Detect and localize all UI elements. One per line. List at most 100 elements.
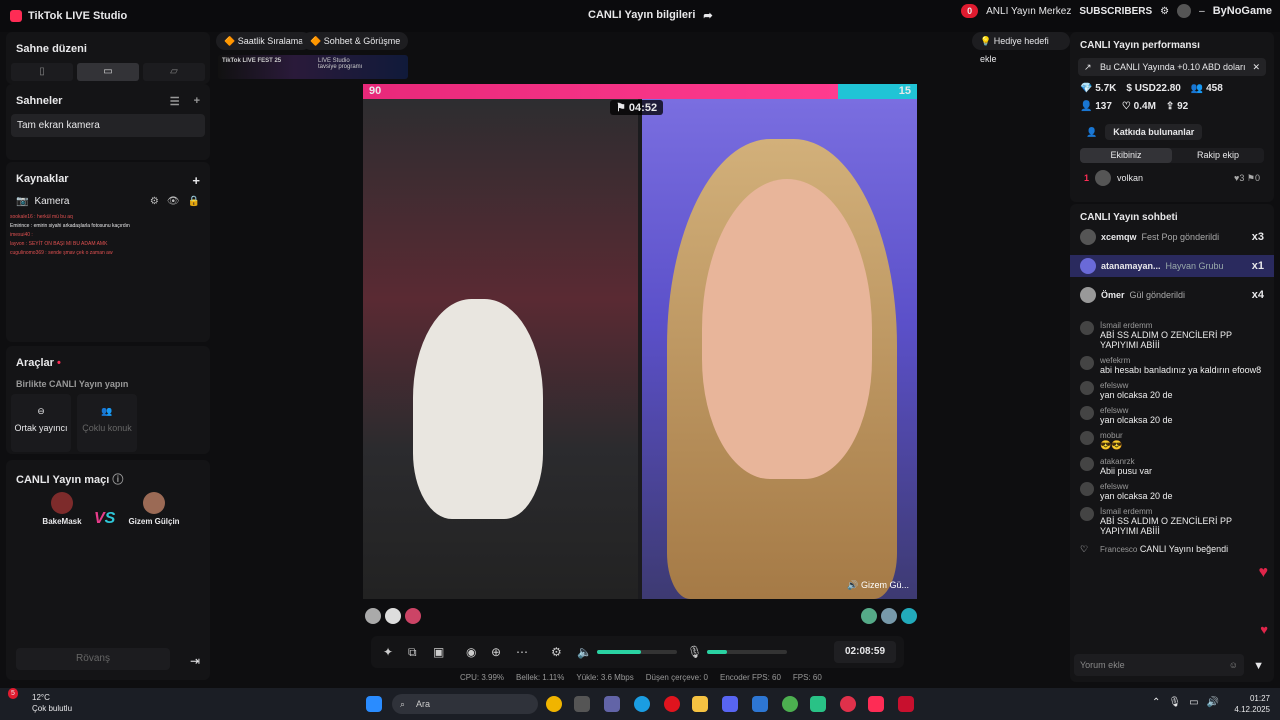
sliders-icon[interactable]: ⚙ — [551, 645, 562, 659]
more-icon[interactable]: ⋯ — [516, 645, 528, 659]
list-icon[interactable]: ☰ — [170, 95, 180, 108]
vs-icon: VS — [94, 510, 116, 527]
chat-meet-chip[interactable]: 🔶 Sohbet & Görüşme — [302, 32, 409, 50]
teams-icon[interactable] — [604, 696, 620, 712]
volume-icon[interactable]: 🔊 — [1207, 697, 1219, 708]
viewer-avatar[interactable] — [365, 608, 381, 624]
rematch-button[interactable]: Rövanş — [16, 648, 170, 670]
display-icon[interactable]: ▭ — [1189, 697, 1198, 708]
gift-goal-chip[interactable]: 💡 Hediye hedefi ekle — [972, 32, 1070, 64]
viewer-avatar[interactable] — [901, 608, 917, 624]
viewer-avatar[interactable] — [881, 608, 897, 624]
player1-card[interactable]: BakeMask — [22, 492, 102, 526]
user-icon: 👤 — [1086, 126, 1098, 137]
folder-icon[interactable] — [692, 696, 708, 712]
guest-camera: 🔊 Gizem Gü... — [642, 99, 917, 599]
link-icon: ⊖ — [37, 406, 45, 416]
tiktok-app-icon[interactable] — [868, 696, 884, 712]
mic-slider[interactable] — [707, 650, 787, 654]
minimize-icon[interactable]: – — [1199, 6, 1205, 17]
record-icon[interactable]: ◉ — [466, 645, 476, 659]
app-icon[interactable] — [810, 696, 826, 712]
lock-icon[interactable]: 🔒 — [188, 196, 200, 207]
gift-row: Ömer Gül gönderildi x4 — [1070, 285, 1274, 305]
chevron-up-icon[interactable]: ⌃ — [1152, 697, 1160, 708]
rank-pos: 1 — [1084, 173, 1090, 183]
app-icon[interactable] — [840, 696, 856, 712]
viewer-avatar[interactable] — [405, 608, 421, 624]
taskbar-search[interactable]: ⌕ Ara — [392, 694, 538, 714]
left-sidebar: Sahne düzeni ▯ ▭ ▱ Sahneler ☰ + Tam ekra… — [6, 32, 210, 680]
search-icon: ⌕ — [400, 699, 406, 709]
heart-icon: ♥ — [1258, 564, 1269, 581]
custom-layout-button[interactable]: ▱ — [143, 63, 205, 81]
gift-row: xcemqw Fest Pop gönderildi x3 — [1070, 227, 1274, 247]
portrait-layout-button[interactable]: ▯ — [11, 63, 73, 81]
media-app-icon[interactable] — [898, 696, 914, 712]
hourly-ranking-chip[interactable]: 🔶 Saatlik Sıralama — [216, 32, 312, 50]
likes-stat: ♡ 0.4M — [1121, 101, 1156, 112]
promo-banner[interactable]: TikTok LIVE FEST 25 LIVE Studio tavsiye … — [218, 55, 408, 79]
live-center-link[interactable]: ANLI Yayın Merkez — [986, 6, 1071, 17]
comment-input[interactable]: Yorum ekle ☺ — [1074, 654, 1244, 676]
mic-icon[interactable]: 🎙 — [687, 645, 702, 659]
main-canvas: 🔶 Saatlik Sıralama 🔶 Sohbet & Görüşme 💡 … — [210, 32, 1070, 682]
settings-app-icon[interactable] — [574, 696, 590, 712]
discord-icon[interactable] — [722, 696, 738, 712]
player2-card[interactable]: Gizem Gülçin — [114, 492, 194, 526]
add-scene-icon[interactable]: + — [194, 95, 200, 108]
exit-match-icon[interactable]: ⇥ — [190, 654, 200, 668]
live-match-panel: CANLI Yayın maçı ⓘ BakeMask VS Gizem Gül… — [6, 460, 210, 680]
tab-rival-team[interactable]: Rakip ekip — [1172, 148, 1264, 163]
live-info-button[interactable]: CANLI Yayın bilgileri ➦ — [588, 9, 713, 22]
windows-start-icon[interactable] — [366, 696, 382, 712]
opera-icon[interactable] — [664, 696, 680, 712]
system-tray-icons[interactable]: ⌃ 🎙 ▭ 🔊 — [1152, 697, 1219, 708]
trend-icon: ↗ — [1084, 62, 1092, 72]
effects-icon[interactable]: ⧉ — [408, 645, 417, 660]
contributors-button[interactable]: Katkıda bulunanlar — [1105, 124, 1203, 140]
add-source-icon[interactable]: + — [192, 173, 200, 188]
scene-item[interactable]: Tam ekran kamera — [11, 114, 205, 137]
edge-icon[interactable] — [634, 696, 650, 712]
chat-panel: CANLI Yayın sohbeti xcemqw Fest Pop gönde… — [1070, 204, 1274, 682]
close-icon[interactable]: ✕ — [1252, 58, 1260, 76]
camera-source[interactable]: 📷 Kamera ⚙ 👁 🔒 — [6, 188, 210, 207]
cohost-button[interactable]: ⊖ Ortak yayıncı — [11, 394, 71, 452]
title-bar-right: 0 ANLI Yayın Merkez SUBSCRIBERS ⚙ – ByNo… — [961, 4, 1272, 18]
rank-row[interactable]: 1 volkan ♥3 ⚑0 — [1070, 163, 1274, 186]
chat-message: wefekrm abi hesabı banladınız ya kaldırın… — [1070, 356, 1274, 375]
chrome-icon[interactable] — [546, 696, 562, 712]
weather-widget[interactable]: 5 12°C Çok bulutlu — [8, 688, 72, 714]
skull-mask — [413, 299, 543, 519]
volume-slider[interactable] — [597, 650, 677, 654]
live-info-label: CANLI Yayın bilgileri — [588, 9, 696, 21]
browser-icon[interactable] — [782, 696, 798, 712]
scenes-header: Sahneler ☰ + — [6, 84, 210, 108]
speaker-icon[interactable]: 🔈 — [577, 645, 592, 659]
viewer-avatar[interactable] — [861, 608, 877, 624]
avatar — [1080, 431, 1094, 445]
mic-tray-icon[interactable]: 🎙 — [1168, 697, 1181, 708]
rank-stats: ♥3 ⚑0 — [1234, 172, 1260, 183]
target-icon[interactable]: ⊕ — [491, 645, 501, 659]
battle-timer: ⚑ 04:52 — [610, 100, 664, 115]
screen-icon[interactable]: ▣ — [433, 645, 444, 659]
landscape-layout-button[interactable]: ▭ — [77, 63, 139, 81]
tab-our-team[interactable]: Ekibiniz — [1080, 148, 1172, 163]
settings-icon[interactable]: ⚙ — [150, 196, 159, 207]
magic-icon[interactable]: ✦ — [383, 645, 393, 659]
viewer-avatar[interactable] — [385, 608, 401, 624]
avatar[interactable] — [1177, 4, 1192, 18]
chat-message: efelsww yan olcaksa 20 de — [1070, 406, 1274, 425]
eye-icon[interactable]: 👁 — [167, 196, 180, 207]
gift-list: xcemqw Fest Pop gönderildi x3 atanamayan..… — [1070, 227, 1274, 305]
filter-icon[interactable]: ▼ — [1253, 660, 1264, 672]
clock[interactable]: 01:27 4.12.2025 — [1234, 693, 1270, 715]
multi-guest-button[interactable]: 👥 Çoklu konuk — [77, 394, 137, 452]
avatar — [1080, 356, 1094, 370]
emoji-icon[interactable]: ☺ — [1229, 654, 1238, 676]
player1-avatar — [51, 492, 73, 514]
mail-icon[interactable] — [752, 696, 768, 712]
settings-icon[interactable]: ⚙ — [1160, 6, 1169, 17]
